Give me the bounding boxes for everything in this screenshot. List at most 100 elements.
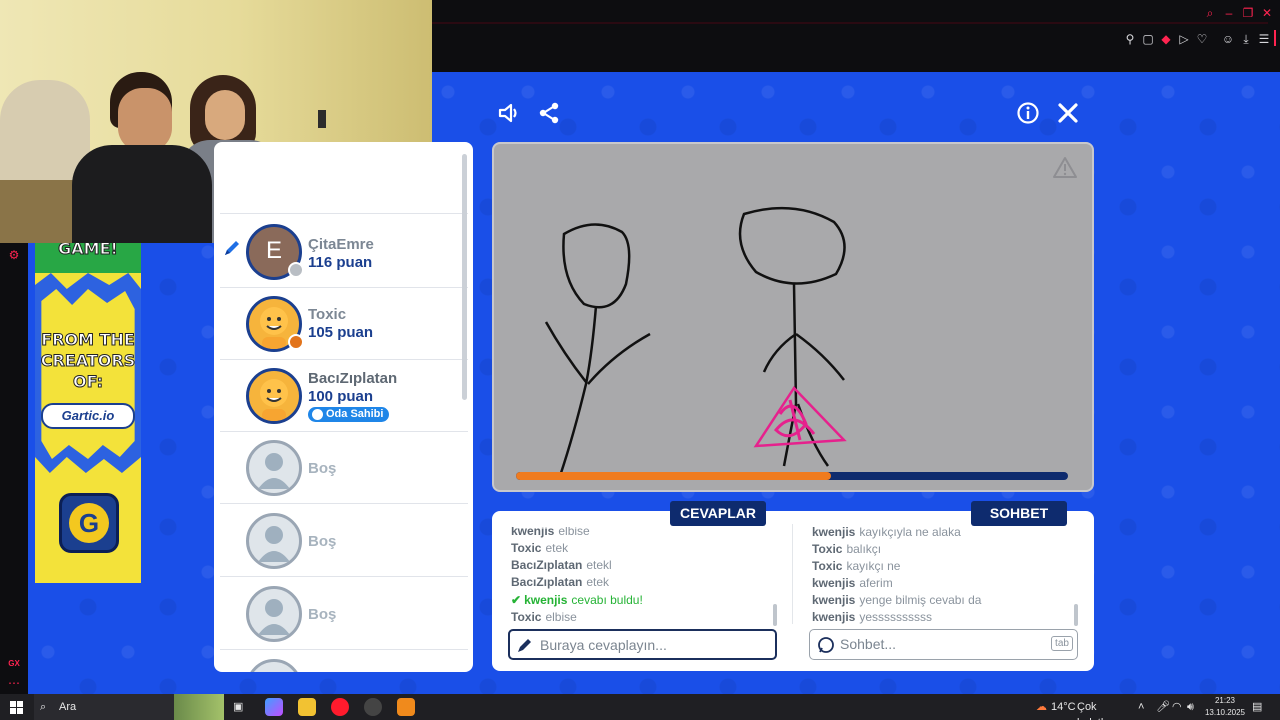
player-row[interactable]: Toxic 105 puan [220,288,468,360]
player-name: Toxic [308,306,347,323]
ad-banner[interactable]: GAME! FROM THE CREATORS OF: Gartic.io G [35,243,141,583]
taskbar-search-label: Ara [59,701,77,713]
opera-gx-icon[interactable] [331,698,349,716]
notifications-icon[interactable]: ▤ [1252,699,1262,715]
empty-avatar-icon [246,513,302,569]
ad-headline: FROM THE CREATORS OF: [40,330,136,392]
info-icon[interactable] [1016,101,1040,125]
round-timer-fill [516,472,831,480]
chat-input[interactable] [840,634,1060,654]
status-dot [288,334,304,350]
chat-message: kwenjis kayıkçıyla ne alaka [812,525,961,539]
tab-chat[interactable]: SOHBET [971,501,1067,526]
chat-input-box[interactable]: tab [809,629,1078,660]
windows-taskbar: ⌕ Ara ▣ ☁ 14°C Çok bulutlu ˄ 🎤︎ ◠ 🔊︎ 21:… [0,694,1280,720]
menu-icon[interactable]: ☰ [1257,32,1271,46]
restore-icon[interactable]: ❐ [1241,6,1255,20]
empty-slot-label: Boş [308,606,337,623]
door-handle [318,110,326,128]
chat-scrollbar[interactable] [1074,604,1078,626]
clock-time: 21:23 [1214,696,1236,705]
player-name: ÇitaEmre [308,236,374,253]
empty-slot-label: Boş [308,533,337,550]
player-row-hidden [220,142,468,214]
chat-message: kwenjis aferim [812,576,893,590]
snapshot-icon[interactable]: ▢ [1141,32,1155,46]
pencil-drawing-icon [222,238,242,258]
answers-scrollbar[interactable] [773,604,777,626]
answer-message: Toxic etek [511,541,569,555]
search-highlight-image [174,694,224,720]
chat-message: Toxic balıkçı [812,542,882,556]
player-list-scrollbar[interactable] [462,154,467,400]
minimize-icon[interactable]: – [1222,6,1236,20]
wifi-icon[interactable]: ◠ [1172,699,1182,715]
share-icon[interactable] [537,101,561,125]
more-icon[interactable]: ⋯ [7,676,21,690]
avatar [246,368,302,424]
answer-success-message: ✔ kwenjis cevabı buldu! [511,593,643,607]
play-icon[interactable]: ▷ [1177,32,1191,46]
round-timer-bar [516,472,1068,480]
answer-message: BacıZıplatan etekl [511,558,612,572]
close-icon[interactable] [1056,101,1080,125]
sidebar-accent [1274,30,1276,46]
volume-icon[interactable]: 🔊︎ [1187,699,1194,715]
tab-key-hint: tab [1051,636,1073,651]
answer-message: Toxic elbise [511,610,577,624]
settings-gear-icon[interactable]: ⚙ [7,248,21,262]
clock-date: 13.10.2025 [1204,708,1246,717]
ad-top-word: GAME! [58,243,119,259]
gartic-logo-icon: G [59,493,119,553]
app-icon[interactable] [364,698,382,716]
person-shirt-2 [72,145,212,243]
empty-slot [220,651,468,672]
chat-message: kwenjis yenge bilmiş cevabı da [812,593,982,607]
sound-icon[interactable] [497,101,521,125]
temperature: 14°C [1051,701,1076,713]
microphone-icon[interactable]: 🎤︎ [1156,699,1170,715]
chat-message: Toxic kayıkçı ne [812,559,901,573]
chat-message: kwenjis yessssssssss [812,610,933,624]
weather-widget[interactable]: ☁ 14°C Çok bulutlu [1030,694,1125,720]
task-view-icon[interactable]: ▣ [233,699,243,715]
player-drawing [544,206,847,477]
pin-icon[interactable]: ⚲ [1123,32,1137,46]
answer-input-box[interactable] [508,629,777,660]
empty-slot: Boş [220,432,468,504]
answer-input[interactable] [540,635,760,655]
tab-answers[interactable]: CEVAPLAR [670,501,766,526]
player-name: BacıZıplatan [308,370,398,387]
tray-chevron-icon[interactable]: ˄ [1138,699,1144,715]
microphone-app-icon[interactable] [397,698,415,716]
empty-slot-label: Boş [308,460,337,477]
taskbar-search[interactable]: ⌕ Ara [34,694,224,720]
download-icon[interactable]: ⤓ [1239,32,1253,46]
gx-badge: GX [8,659,20,668]
search-icon: ⌕ [40,701,47,713]
player-row[interactable]: E ÇitaEmre 116 puan [220,216,468,288]
file-explorer-icon[interactable] [298,698,316,716]
copilot-icon[interactable] [265,698,283,716]
empty-avatar-icon [246,586,302,642]
windows-start-icon[interactable] [10,699,24,715]
shield-icon[interactable]: ◆ [1159,32,1173,46]
drawing-canvas[interactable] [492,142,1094,492]
empty-avatar-icon [246,659,302,672]
pencil-icon [516,636,534,654]
clock[interactable]: 21:23 13.10.2025 [1202,695,1248,719]
ad-brand-pill: Gartic.io [41,403,135,429]
answer-message: BacıZıplatan etek [511,575,610,589]
weather-condition: Çok bulutlu [1077,701,1109,720]
tab-strip-divider [432,22,1268,24]
player-row[interactable]: BacıZıplatan 100 puan Oda Sahibi [220,360,468,432]
empty-slot: Boş [220,505,468,577]
close-window-icon[interactable]: ✕ [1260,6,1274,20]
player-score: 105 puan [308,324,374,341]
chat-bubble-icon [817,636,835,654]
weather-icon: ☁ [1036,701,1047,713]
heart-icon[interactable]: ♡ [1195,32,1209,46]
profile-icon[interactable]: ☺ [1221,32,1235,46]
chat-divider [792,524,793,624]
search-icon[interactable]: ⌕ [1203,6,1217,20]
